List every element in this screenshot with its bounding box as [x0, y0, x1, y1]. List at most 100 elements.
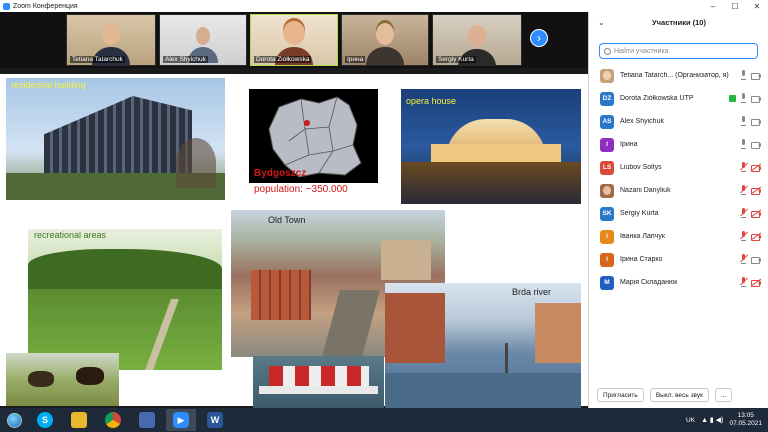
microphone-icon[interactable] [740, 93, 747, 103]
population-text: population: ~350.000 [254, 184, 348, 195]
participant-row[interactable]: І Ірина Старко [589, 248, 768, 271]
microphone-muted-icon[interactable] [740, 231, 748, 241]
window-title: Zoom Конференция [13, 2, 78, 10]
opera-house-image [401, 89, 581, 204]
participant-name: Марія Складанюк [620, 279, 678, 286]
participant-row[interactable]: LS Liubov Soltys [589, 156, 768, 179]
avatar: M [600, 275, 614, 290]
avatar: SK [600, 206, 614, 221]
close-button[interactable]: ✕ [746, 2, 768, 11]
participant-row[interactable]: Nazarii Danyliuk [589, 179, 768, 202]
taskbar-app-word[interactable]: W [200, 409, 230, 431]
avatar: І [600, 137, 614, 152]
camera-icon[interactable] [751, 72, 761, 80]
search-placeholder: Найти участника [614, 47, 669, 55]
language-indicator[interactable]: UK [686, 417, 695, 424]
microphone-icon[interactable] [740, 70, 747, 80]
window-titlebar: Zoom Конференция – ☐ ✕ [0, 0, 768, 12]
video-tile[interactable]: Sergiy Kurta [432, 14, 522, 66]
camera-icon[interactable] [751, 141, 761, 149]
panel-buttons: Пригласить Выкл. весь звук ... [589, 388, 768, 402]
microphone-muted-icon[interactable] [740, 277, 748, 287]
chrome-icon [105, 412, 121, 428]
participant-name: Ірина Старко [620, 256, 663, 263]
avatar [600, 183, 614, 198]
search-input[interactable]: Найти участника [599, 43, 758, 59]
camera-icon[interactable] [751, 118, 761, 126]
start-button[interactable] [2, 408, 26, 432]
participant-row[interactable]: І Ірина [589, 133, 768, 156]
taskbar-app-notepad[interactable] [132, 409, 162, 431]
microphone-muted-icon[interactable] [740, 185, 748, 195]
participant-name: Alex Shyichuk [620, 118, 664, 125]
participant-name: Sergiy Kurta [620, 210, 659, 217]
taskbar-app-skype[interactable]: S [30, 409, 60, 431]
video-tile[interactable]: Ірина [341, 14, 429, 66]
participant-row[interactable]: SK Sergiy Kurta [589, 202, 768, 225]
recreational-caption: recreational areas [34, 230, 107, 240]
shared-slide: residential building Bydgoszcz populatio… [0, 74, 588, 410]
residential-caption: residential building [11, 80, 86, 90]
participant-name: Liubov Soltys [620, 164, 662, 171]
residential-building-image [6, 78, 225, 200]
clock-time: 13:05 [737, 412, 754, 419]
tile-name: Ірина [345, 56, 366, 63]
panel-title: Участники (10) [652, 18, 706, 27]
camera-icon[interactable] [751, 95, 761, 103]
word-icon: W [207, 412, 223, 428]
chevron-right-icon[interactable]: › [530, 29, 548, 47]
horses-image [6, 353, 119, 406]
taskbar-app-chrome[interactable] [98, 409, 128, 431]
microphone-muted-icon[interactable] [740, 254, 748, 264]
video-tile[interactable]: Dorota Ziółkowska [250, 14, 338, 66]
participant-row[interactable]: AS Alex Shyichuk [589, 110, 768, 133]
minimize-button[interactable]: – [702, 2, 724, 11]
tray-icons: ▲ ▮ ◀) [701, 417, 724, 424]
tile-name: Alex Shyichuk [163, 56, 208, 63]
participant-row[interactable]: Tetiana Tatarch... (Организатор, я) [589, 64, 768, 87]
maximize-button[interactable]: ☐ [724, 2, 746, 11]
participant-name: Іванка Лапчук [620, 233, 665, 240]
participant-name: Ірина [620, 141, 638, 148]
microphone-muted-icon[interactable] [740, 208, 748, 218]
participant-row[interactable]: І Іванка Лапчук [589, 225, 768, 248]
meeting-area: Tetiana Tatarchuk Alex Shyichuk Dorota Z… [0, 12, 588, 410]
camera-off-icon[interactable] [750, 186, 762, 195]
more-button[interactable]: ... [714, 388, 733, 402]
skype-icon: S [37, 412, 53, 428]
search-icon [604, 47, 611, 55]
avatar: І [600, 252, 614, 267]
video-tile[interactable]: Alex Shyichuk [159, 14, 247, 66]
invite-button[interactable]: Пригласить [597, 388, 644, 402]
camera-off-icon[interactable] [750, 232, 762, 241]
microphone-muted-icon[interactable] [740, 162, 748, 172]
brda-river-image [385, 283, 581, 410]
camera-off-icon[interactable] [750, 278, 762, 287]
taskbar: S ▶ W UK ▲ ▮ ◀) 13:05 07.05.2021 [0, 408, 768, 432]
participant-name: Tetiana Tatarch... (Организатор, я) [620, 72, 729, 79]
camera-off-icon[interactable] [750, 163, 762, 172]
camera-off-icon[interactable] [750, 209, 762, 218]
tile-name: Dorota Ziółkowska [254, 56, 312, 63]
avatar: LS [600, 160, 614, 175]
folder-icon [71, 412, 87, 428]
clock[interactable]: 13:05 07.05.2021 [729, 412, 762, 428]
video-tile[interactable]: Tetiana Tatarchuk [66, 14, 156, 66]
microphone-icon[interactable] [740, 116, 747, 126]
participant-name: Dorota Ziółkowska UTP [620, 95, 694, 102]
participant-row[interactable]: M Марія Складанюк [589, 271, 768, 294]
participant-row[interactable]: DZ Dorota Ziółkowska UTP [589, 87, 768, 110]
camera-icon[interactable] [751, 256, 761, 264]
participants-list: Tetiana Tatarch... (Организатор, я) DZ D… [589, 64, 768, 294]
rowing-image [253, 356, 384, 410]
taskbar-app-zoom[interactable]: ▶ [166, 409, 196, 431]
zoom-logo-icon [3, 2, 10, 10]
participant-name: Nazarii Danyliuk [620, 187, 671, 194]
avatar: DZ [600, 91, 614, 106]
avatar: AS [600, 114, 614, 129]
microphone-icon[interactable] [740, 139, 747, 149]
taskbar-app-explorer[interactable] [64, 409, 94, 431]
tile-name: Tetiana Tatarchuk [70, 56, 125, 63]
city-name: Bydgoszcz [254, 168, 307, 179]
mute-all-button[interactable]: Выкл. весь звук [649, 388, 709, 402]
